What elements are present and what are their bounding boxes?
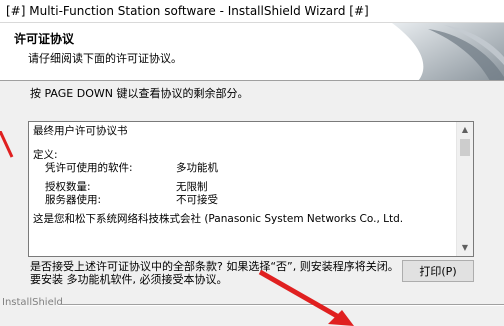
window-title: [#] Multi-Function Station software - In… — [6, 4, 369, 18]
annotation-arrow-icon — [0, 131, 14, 158]
scroll-thumb[interactable] — [460, 139, 470, 156]
title-bar: [#] Multi-Function Station software - In… — [0, 0, 504, 23]
license-scrollbar[interactable]: ▲ ▼ — [456, 122, 473, 256]
license-row-value: 不可接受 — [176, 194, 218, 206]
scroll-up-icon[interactable]: ▲ — [457, 122, 473, 138]
wizard-footer: InstallShield — [0, 291, 504, 326]
license-row: 凭许可使用的软件: 多功能机 — [33, 162, 455, 175]
wizard-content: 按 PAGE DOWN 键以查看协议的剩余部分。 最终用户许可协议书 定义: 凭… — [0, 81, 504, 291]
license-text: 最终用户许可协议书 定义: 凭许可使用的软件: 多功能机 授权数量: 无限制 服… — [33, 125, 455, 226]
license-row-value: 无限制 — [176, 181, 208, 193]
header-subtitle: 请仔细阅读下面的许可证协议。 — [28, 52, 182, 65]
print-button[interactable]: 打印(P) — [402, 260, 474, 282]
installshield-brand: InstallShield — [2, 297, 63, 308]
license-row-key: 授权数量: — [45, 181, 91, 193]
license-row: 服务器使用: 不可接受 — [33, 194, 455, 207]
license-last-line: 这是您和松下系统网络科技株式会社 (Panasonic System Netwo… — [33, 213, 404, 225]
annotation-arrow-icon — [258, 270, 354, 326]
page-down-instruction: 按 PAGE DOWN 键以查看协议的剩余部分。 — [30, 87, 249, 100]
license-row-value: 多功能机 — [176, 162, 218, 174]
license-row: 授权数量: 无限制 — [33, 181, 455, 194]
header-title: 许可证协议 — [14, 32, 75, 46]
license-row-key: 凭许可使用的软件: — [45, 162, 133, 174]
license-heading: 最终用户许可协议书 — [33, 125, 128, 137]
license-row-key: 服务器使用: — [45, 194, 102, 206]
scroll-down-icon[interactable]: ▼ — [457, 240, 473, 256]
definition-label: 定义: — [33, 149, 58, 161]
installshield-banner-graphic — [392, 23, 504, 80]
license-text-box[interactable]: 最终用户许可协议书 定义: 凭许可使用的软件: 多功能机 授权数量: 无限制 服… — [28, 121, 474, 257]
wizard-header: 许可证协议 请仔细阅读下面的许可证协议。 — [0, 23, 504, 81]
